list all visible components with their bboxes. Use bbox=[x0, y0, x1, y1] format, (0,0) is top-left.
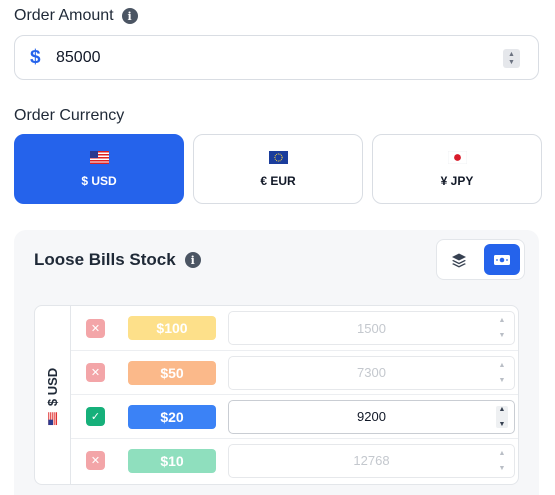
quantity-input[interactable]: 9200 ▲ ▼ bbox=[228, 399, 515, 434]
currency-option-label: € EUR bbox=[260, 173, 296, 188]
close-icon: ✕ bbox=[90, 455, 101, 467]
order-currency-header: Order Currency bbox=[14, 107, 124, 125]
check-icon: ✓ bbox=[90, 411, 101, 423]
quantity-input[interactable]: 7300 ▲ ▼ bbox=[228, 355, 515, 390]
view-mode-toggle bbox=[436, 239, 525, 280]
quantity-stepper[interactable]: ▲ ▼ bbox=[496, 450, 508, 472]
order-amount-label: Order Amount bbox=[14, 7, 114, 24]
denomination-badge: $10 bbox=[128, 448, 216, 473]
order-amount-header: Order Amount i bbox=[14, 7, 138, 25]
bills-table: $ USD ✕ $100 1500 ▲ ▼ ✕ $50 7300 ▲ ▼ ✓ $… bbox=[34, 305, 519, 485]
bill-row: ✕ $10 12768 ▲ ▼ bbox=[71, 438, 518, 482]
loose-bills-stock-panel: Loose Bills Stock i $ USD ✕ $100 1500 ▲ … bbox=[14, 230, 539, 495]
banknote-view-button[interactable] bbox=[483, 244, 520, 275]
chevron-down-icon[interactable]: ▼ bbox=[499, 332, 506, 339]
close-icon: ✕ bbox=[90, 322, 101, 335]
order-amount-field[interactable]: $ ▲ ▼ bbox=[14, 35, 539, 80]
quantity-stepper[interactable]: ▲ ▼ bbox=[496, 317, 508, 339]
bill-row: ✕ $50 7300 ▲ ▼ bbox=[71, 350, 518, 394]
currency-option-label: $ USD bbox=[81, 173, 117, 188]
bill-row: ✕ $100 1500 ▲ ▼ bbox=[71, 306, 518, 350]
chevron-up-icon[interactable]: ▲ bbox=[499, 317, 506, 324]
chevron-down-icon[interactable]: ▼ bbox=[499, 465, 506, 472]
currency-side-text: $ USD bbox=[45, 367, 61, 406]
jp-flag-icon bbox=[447, 150, 467, 164]
denomination-badge: $100 bbox=[128, 316, 216, 340]
chevron-down-icon[interactable]: ▼ bbox=[499, 377, 506, 384]
quantity-value: 12768 bbox=[353, 453, 390, 468]
bill-toggle-checkbox[interactable]: ✕ bbox=[86, 451, 105, 470]
amount-stepper[interactable]: ▲ ▼ bbox=[503, 49, 520, 68]
stock-header: Loose Bills Stock i bbox=[34, 250, 201, 270]
order-amount-input[interactable] bbox=[56, 48, 476, 67]
us-flag-icon bbox=[89, 150, 109, 164]
banknote-icon bbox=[493, 254, 510, 265]
chevron-down-icon[interactable]: ▼ bbox=[499, 421, 506, 428]
order-currency-label: Order Currency bbox=[14, 107, 125, 124]
currency-side-label: $ USD bbox=[45, 367, 61, 425]
us-flag-icon bbox=[48, 411, 57, 425]
chevron-up-icon[interactable]: ▲ bbox=[508, 51, 515, 59]
info-icon[interactable]: i bbox=[184, 252, 201, 268]
currency-option-eur[interactable]: € EUR bbox=[193, 134, 363, 204]
currency-symbol: $ bbox=[30, 46, 41, 68]
chevron-up-icon[interactable]: ▲ bbox=[499, 406, 506, 413]
quantity-stepper[interactable]: ▲ ▼ bbox=[496, 405, 508, 428]
quantity-value: 1500 bbox=[357, 320, 386, 336]
chevron-down-icon[interactable]: ▼ bbox=[508, 59, 515, 67]
chevron-up-icon[interactable]: ▲ bbox=[499, 450, 506, 457]
currency-side-column: $ USD bbox=[35, 306, 71, 484]
quantity-value: 7300 bbox=[357, 365, 386, 380]
quantity-input[interactable]: 12768 ▲ ▼ bbox=[228, 443, 515, 478]
denomination-badge: $20 bbox=[128, 404, 216, 429]
quantity-input[interactable]: 1500 ▲ ▼ bbox=[228, 311, 515, 345]
layers-icon bbox=[452, 253, 467, 267]
quantity-stepper[interactable]: ▲ ▼ bbox=[496, 362, 508, 384]
currency-option-usd[interactable]: $ USD bbox=[14, 134, 184, 204]
currency-selector: $ USD € EUR ¥ JPY bbox=[14, 134, 542, 204]
info-icon[interactable]: i bbox=[121, 8, 138, 24]
stock-title: Loose Bills Stock bbox=[34, 250, 176, 269]
eu-flag-icon bbox=[268, 150, 288, 164]
bill-toggle-checkbox[interactable]: ✓ bbox=[86, 407, 105, 426]
layers-view-button[interactable] bbox=[441, 244, 478, 275]
bill-row: ✓ $20 9200 ▲ ▼ bbox=[71, 394, 518, 438]
currency-option-label: ¥ JPY bbox=[440, 173, 474, 188]
chevron-up-icon[interactable]: ▲ bbox=[499, 362, 506, 369]
bill-toggle-checkbox[interactable]: ✕ bbox=[86, 318, 105, 338]
denomination-badge: $50 bbox=[128, 360, 216, 385]
bill-toggle-checkbox[interactable]: ✕ bbox=[86, 363, 105, 382]
currency-option-jpy[interactable]: ¥ JPY bbox=[372, 134, 542, 204]
quantity-value: 9200 bbox=[357, 409, 386, 424]
close-icon: ✕ bbox=[90, 367, 101, 379]
